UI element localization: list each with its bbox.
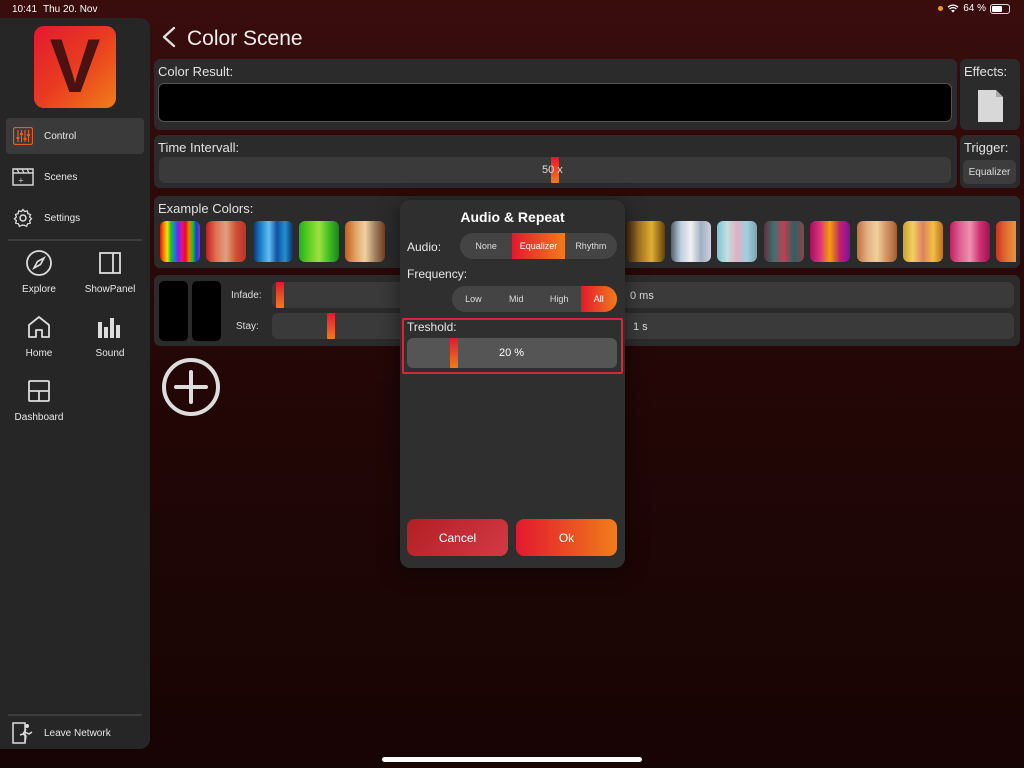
audio-option-equalizer[interactable]: Equalizer (512, 233, 565, 259)
audio-option-none[interactable]: None (460, 233, 512, 259)
orange-dot-icon (938, 6, 944, 11)
home-indicator[interactable] (382, 757, 642, 762)
grid-label: ShowPanel (84, 284, 136, 295)
panel-icon (95, 248, 125, 278)
dialog-title: Audio & Repeat (460, 209, 565, 225)
effects-label: Effects: (964, 64, 1008, 79)
leave-network-button[interactable]: Leave Network (6, 715, 144, 751)
exit-icon (12, 722, 34, 744)
sidebar-item-dashboard[interactable]: Dashboard (4, 376, 74, 436)
frequency-option-all[interactable]: All (580, 286, 617, 312)
trigger-label: Trigger: (964, 140, 1009, 155)
stay-label: Stay: (236, 321, 259, 332)
back-chevron-icon[interactable] (160, 26, 178, 48)
color-swatch[interactable] (671, 221, 711, 262)
infade-thumb[interactable] (276, 282, 284, 308)
gear-icon (12, 207, 34, 229)
sidebar-item-label: Control (44, 130, 77, 142)
sidebar-item-showpanel[interactable]: ShowPanel (75, 248, 145, 308)
color-swatch[interactable] (810, 221, 850, 262)
example-colors-label: Example Colors: (158, 201, 254, 216)
scene-color-block[interactable] (192, 281, 221, 341)
frequency-option-mid[interactable]: Mid (495, 286, 538, 312)
status-date: Thu 20. Nov (43, 4, 98, 15)
frequency-segmented-control: Low Mid High All (452, 286, 617, 312)
trigger-value-button[interactable]: Equalizer (963, 160, 1016, 184)
color-swatch[interactable] (299, 221, 339, 262)
color-swatch[interactable] (253, 221, 293, 262)
sidebar-item-scenes[interactable]: + Scenes (6, 159, 144, 195)
status-time: 10:41 (12, 4, 38, 15)
dashboard-icon (24, 376, 54, 406)
audio-option-rhythm[interactable]: Rhythm (565, 233, 617, 259)
color-swatch[interactable] (345, 221, 385, 262)
audio-segmented-control: None Equalizer Rhythm (460, 233, 617, 259)
sidebar-item-home[interactable]: Home (4, 312, 74, 372)
cancel-button[interactable]: Cancel (407, 519, 508, 556)
wifi-icon (947, 4, 959, 13)
audio-label: Audio: (407, 240, 442, 254)
status-bar: 10:41 Thu 20. Nov 64 % (0, 0, 1024, 18)
color-swatch[interactable] (950, 221, 990, 262)
battery-percent: 64 % (963, 3, 986, 14)
color-swatch[interactable] (206, 221, 246, 262)
grid-label: Sound (95, 348, 125, 359)
add-scene-button[interactable] (161, 357, 221, 417)
time-interval-value: 50 x (542, 164, 563, 176)
stay-thumb[interactable] (326, 313, 335, 339)
ok-button[interactable]: Ok (516, 519, 617, 556)
frequency-option-high[interactable]: High (538, 286, 581, 312)
threshold-thumb[interactable] (449, 338, 458, 368)
color-swatch[interactable] (903, 221, 943, 262)
page-title: Color Scene (187, 27, 303, 50)
sidebar-item-control[interactable]: Control (6, 118, 144, 154)
color-swatch[interactable] (160, 221, 200, 262)
bars-icon (95, 312, 125, 342)
clapperboard-icon: + (12, 166, 34, 188)
compass-icon (24, 248, 54, 278)
grid-label: Explore (22, 284, 56, 295)
sidebar-item-label: Scenes (44, 171, 78, 183)
sidebar-item-sound[interactable]: Sound (75, 312, 145, 372)
sidebar-item-label: Settings (44, 212, 81, 224)
sidebar-divider (8, 239, 142, 241)
color-result-label: Color Result: (158, 64, 234, 79)
app-logo: V (34, 26, 116, 108)
color-swatch[interactable] (717, 221, 757, 262)
stay-value: 1 s (633, 321, 648, 333)
color-swatch[interactable] (857, 221, 897, 262)
house-icon (24, 312, 54, 342)
equalizer-icon (12, 125, 34, 147)
time-interval-label: Time Intervall: (158, 140, 240, 155)
leave-network-label: Leave Network (44, 727, 111, 739)
frequency-option-low[interactable]: Low (452, 286, 495, 312)
threshold-value: 20 % (499, 347, 525, 359)
grid-label: Dashboard (14, 412, 64, 423)
sidebar: V Control + Scenes Settings Explore Show… (0, 18, 150, 749)
document-icon[interactable] (976, 89, 1004, 123)
infade-label: Infade: (231, 290, 262, 301)
sidebar-item-explore[interactable]: Explore (4, 248, 74, 308)
color-swatch[interactable] (764, 221, 804, 262)
status-right: 64 % (938, 3, 1010, 14)
audio-repeat-dialog: Audio & Repeat Audio: None Equalizer Rhy… (400, 200, 625, 568)
svg-text:+: + (18, 177, 24, 185)
sidebar-item-settings[interactable]: Settings (6, 200, 144, 236)
color-swatch[interactable] (996, 221, 1016, 262)
frequency-label: Frequency: (407, 267, 468, 281)
scene-color-block[interactable] (159, 281, 188, 341)
color-result-preview[interactable] (158, 83, 952, 122)
logo-letter: V (49, 24, 101, 109)
grid-label: Home (25, 348, 53, 359)
infade-value: 0 ms (630, 290, 654, 302)
color-swatch[interactable] (625, 221, 665, 262)
battery-icon (990, 3, 1010, 14)
